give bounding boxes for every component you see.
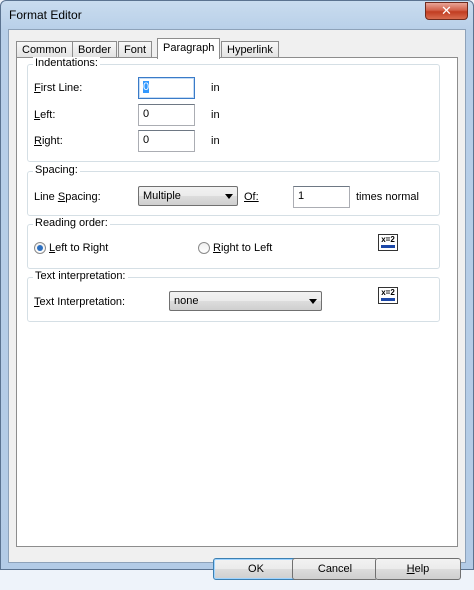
spacing-of-input[interactable]: 1 [293, 186, 350, 208]
indentations-group: Indentations: First Line: 0 in Left: 0 i… [27, 57, 440, 162]
tab-font[interactable]: Font [118, 41, 153, 58]
right-to-left-radio[interactable] [198, 242, 210, 254]
left-indent-input[interactable]: 0 [138, 104, 195, 126]
help-button[interactable]: Help [375, 558, 461, 580]
times-normal-label: times normal [356, 191, 419, 203]
left-to-right-radio[interactable] [34, 242, 46, 254]
right-label: Right: [34, 135, 63, 147]
right-indent-unit: in [211, 135, 220, 147]
tab-hyperlink[interactable]: Hyperlink [221, 41, 279, 58]
ok-button[interactable]: OK [213, 558, 299, 580]
tab-paragraph[interactable]: Paragraph [157, 38, 221, 59]
chevron-down-icon [309, 299, 317, 304]
window-title: Format Editor [9, 8, 82, 22]
text-interpretation-label: Text interpretation: [33, 270, 128, 282]
reading-order-expression-button[interactable]: x=2 [378, 234, 398, 251]
paragraph-panel: Indentations: First Line: 0 in Left: 0 i… [16, 57, 458, 547]
text-interpretation-group: Text interpretation: Text Interpretation… [27, 270, 440, 322]
format-editor-window: Format Editor ✕ Common Border Font Parag… [0, 0, 474, 580]
text-interpretation-select[interactable]: none [169, 291, 322, 311]
left-to-right-label[interactable]: Left to Right [49, 242, 108, 254]
dialog-client: Common Border Font Paragraph Hyperlink I… [8, 29, 466, 580]
first-line-input[interactable]: 0 [138, 77, 195, 99]
first-line-label: First Line: [34, 82, 83, 94]
line-spacing-label: Line Spacing: [34, 191, 101, 203]
right-indent-input[interactable]: 0 [138, 130, 195, 152]
spacing-group: Spacing: Line Spacing: Multiple Of: 1 ti… [27, 164, 440, 216]
close-button[interactable]: ✕ [425, 2, 468, 20]
right-to-left-label[interactable]: Right to Left [213, 242, 272, 254]
tab-common[interactable]: Common [16, 41, 73, 58]
text-interpretation-expression-button[interactable]: x=2 [378, 287, 398, 304]
title-bar[interactable]: Format Editor ✕ [1, 1, 473, 29]
dialog-footer: OK Cancel Help [9, 552, 465, 590]
tab-border[interactable]: Border [72, 41, 118, 58]
reading-order-label: Reading order: [33, 217, 110, 229]
line-spacing-select[interactable]: Multiple [138, 186, 238, 206]
chevron-down-icon [225, 194, 233, 199]
spacing-label: Spacing: [33, 164, 80, 176]
indentations-label: Indentations: [33, 57, 100, 69]
text-interpretation-field-label: Text Interpretation: [34, 296, 126, 308]
left-indent-unit: in [211, 109, 220, 121]
cancel-button[interactable]: Cancel [292, 558, 378, 580]
x-equals-2-icon: x=2 [381, 288, 395, 297]
reading-order-group: Reading order: Left to Right Right to Le… [27, 217, 440, 269]
x-equals-2-icon: x=2 [381, 235, 395, 244]
left-label: Left: [34, 109, 56, 121]
of-label: Of: [244, 191, 259, 203]
first-line-unit: in [211, 82, 220, 94]
